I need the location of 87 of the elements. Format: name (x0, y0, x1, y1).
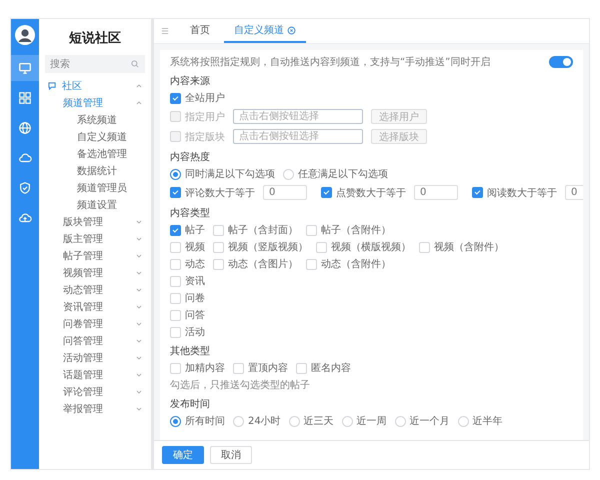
avatar (15, 25, 35, 45)
radio-label[interactable]: 任意满足以下勾选项 (298, 167, 388, 181)
checkbox[interactable] (170, 92, 181, 104)
grid-icon (18, 91, 32, 105)
input-field[interactable]: 0 (414, 185, 458, 200)
menu-item[interactable]: 资讯管理 (39, 298, 151, 315)
section-title: 发布时间 (170, 398, 211, 412)
menu-item[interactable]: 版主管理 (39, 230, 151, 247)
rail-item[interactable] (11, 55, 39, 81)
section-title: 其他类型 (170, 344, 211, 359)
menu-item[interactable]: 问答管理 (39, 332, 151, 349)
monitor-icon (18, 61, 32, 75)
section-title: 内容热度 (170, 150, 211, 165)
checkbox-label[interactable]: 点赞数大于等于 (336, 186, 406, 200)
checkbox-label[interactable]: 动态（含附件） (321, 257, 391, 271)
hint-text: 勾选后，只推送勾选类型的帖子 (170, 378, 310, 392)
close-icon[interactable] (287, 26, 296, 34)
tab[interactable]: 自定义频道 (224, 19, 306, 43)
checkbox-label[interactable]: 动态 (185, 257, 205, 271)
toggle-switch[interactable] (549, 56, 573, 68)
menu-item[interactable]: 问卷管理 (39, 315, 151, 332)
radio-label[interactable]: 近一个月 (410, 414, 450, 428)
checkbox-label[interactable]: 加精内容 (185, 361, 225, 375)
globe-icon (18, 121, 32, 135)
shield-icon (18, 181, 32, 195)
radio-label[interactable]: 近一周 (356, 414, 387, 428)
checkbox-label[interactable]: 匿名内容 (311, 361, 351, 375)
section-title: 内容来源 (170, 74, 211, 89)
radio-label[interactable]: 近半年 (472, 414, 503, 428)
logo-title: 短说社区 (68, 30, 122, 48)
checkbox-label[interactable]: 动态（含图片） (228, 257, 298, 271)
menu-item[interactable]: 频道管理员 (39, 179, 151, 196)
description: 系统将按照指定规则，自动推送内容到频道，支持与“手动推送”同时开启 (170, 56, 490, 69)
checkbox-label[interactable]: 问卷 (185, 291, 205, 305)
menu-item[interactable]: 活动管理 (39, 349, 151, 366)
menu-item[interactable]: 数据统计 (39, 162, 151, 179)
menu-item[interactable]: 系统频道 (39, 111, 151, 128)
radio-button[interactable] (170, 168, 181, 180)
input-field[interactable]: 点击右侧按钮选择 (233, 129, 363, 144)
checkbox-label[interactable]: 视频（横版视频） (331, 240, 411, 254)
checkbox-label[interactable]: 活动 (185, 325, 205, 339)
checkbox[interactable] (170, 187, 181, 198)
menu-icon[interactable] (160, 26, 170, 36)
radio-button[interactable] (170, 416, 181, 426)
menu-item[interactable]: 动态管理 (39, 281, 151, 298)
radio-label[interactable]: 同时满足以下勾选项 (185, 167, 275, 181)
radio-label[interactable]: 所有时间 (185, 414, 225, 428)
cloud-icon (18, 151, 32, 165)
search-field[interactable]: 搜索 (45, 55, 145, 73)
menu-item[interactable]: 版块管理 (39, 213, 151, 230)
section-title: 内容类型 (170, 206, 211, 221)
checkbox-label[interactable]: 视频（含附件） (434, 240, 504, 254)
checkbox-label[interactable]: 阅读数大于等于 (487, 186, 557, 200)
menu-item[interactable]: 频道管理 (39, 94, 151, 111)
menu-item[interactable]: 评论管理 (39, 383, 151, 400)
checkbox-label[interactable]: 帖子（含附件） (321, 223, 391, 237)
checkbox-label[interactable]: 视频 (185, 240, 205, 254)
input-field[interactable]: 0 (565, 185, 583, 200)
chat-icon (47, 80, 57, 90)
menu-item[interactable]: 话题管理 (39, 366, 151, 383)
checkbox[interactable] (321, 187, 332, 198)
menu-item[interactable]: 自定义频道 (39, 128, 151, 145)
cancel-button[interactable]: 取消 (210, 446, 252, 464)
menu-item[interactable]: 备选池管理 (39, 145, 151, 162)
menu-item[interactable]: 社区 (39, 77, 151, 94)
checkbox-label[interactable]: 资讯 (185, 274, 205, 288)
checkbox-label[interactable]: 帖子（含封面） (228, 223, 298, 237)
checkbox-label[interactable]: 评论数大于等于 (185, 186, 255, 200)
checkbox-label[interactable]: 视频（竖版视频） (228, 240, 308, 254)
menu-item[interactable]: 举报管理 (39, 400, 151, 417)
radio-label[interactable]: 24小时 (248, 414, 281, 428)
search-icon (130, 59, 140, 69)
confirm-button[interactable]: 确定 (162, 446, 204, 464)
menu-item[interactable]: 频道设置 (39, 196, 151, 213)
cloud-upload-icon (18, 211, 32, 225)
checkbox-label[interactable]: 帖子 (185, 223, 205, 237)
checkbox-label[interactable]: 问答 (185, 308, 205, 322)
checkbox-label[interactable]: 置顶内容 (248, 361, 288, 375)
tab[interactable]: 首页 (180, 19, 220, 43)
checkbox[interactable] (170, 224, 181, 236)
radio-label[interactable]: 近三天 (304, 414, 334, 428)
checkbox[interactable] (472, 187, 483, 198)
menu-item[interactable]: 帖子管理 (39, 247, 151, 264)
input-field[interactable]: 点击右侧按钮选择 (233, 109, 363, 124)
input-field[interactable]: 0 (263, 185, 307, 200)
menu-item[interactable]: 视频管理 (39, 264, 151, 281)
checkbox-label[interactable]: 全站用户 (185, 91, 225, 105)
